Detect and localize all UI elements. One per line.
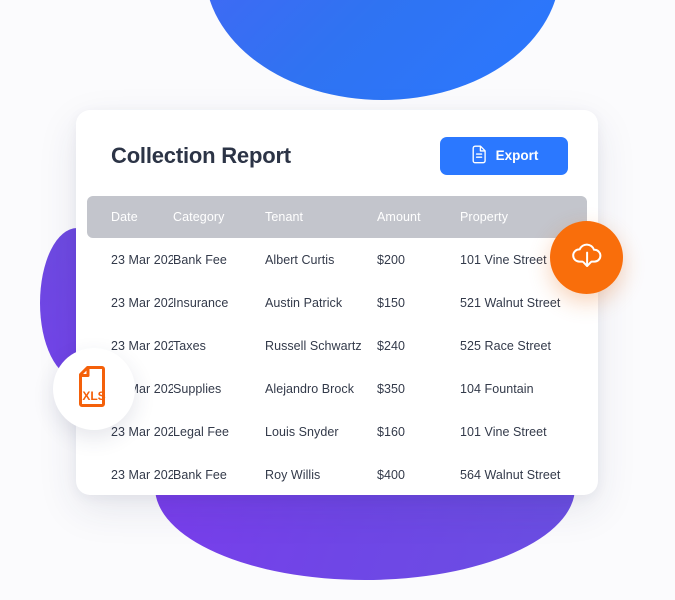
cell-amount: $240: [377, 339, 406, 353]
cell-category: Insurance: [173, 296, 229, 310]
cloud-download-icon: [571, 240, 603, 275]
table-row[interactable]: 23 Mar 2021 Supplies Alejandro Brock $35…: [87, 367, 587, 410]
cell-category: Bank Fee: [173, 253, 227, 267]
cell-property: 564 Walnut Street: [460, 468, 561, 482]
table-head: Date Category Tenant Amount Property: [87, 196, 587, 238]
column-header-category[interactable]: Category: [173, 196, 265, 238]
export-button[interactable]: Export: [440, 137, 568, 175]
cell-category: Bank Fee: [173, 468, 227, 482]
table-row[interactable]: 23 Mar 2021 Legal Fee Louis Snyder $160 …: [87, 410, 587, 453]
table-header-row: Date Category Tenant Amount Property: [87, 196, 587, 238]
cloud-download-badge[interactable]: [550, 221, 623, 294]
cell-amount: $400: [377, 468, 406, 482]
cell-date: 23 Mar 2021: [111, 253, 173, 267]
cell-amount: $150: [377, 296, 406, 310]
column-header-amount[interactable]: Amount: [377, 196, 460, 238]
cell-amount: $200: [377, 253, 406, 267]
cell-tenant: Roy Willis: [265, 468, 321, 482]
column-header-tenant[interactable]: Tenant: [265, 196, 377, 238]
cell-tenant: Russell Schwartz: [265, 339, 362, 353]
collection-table: Date Category Tenant Amount Property 23 …: [87, 196, 587, 495]
table-body: 23 Mar 2021 Bank Fee Albert Curtis $200 …: [87, 238, 587, 495]
collection-report-card: Collection Report Export Date Category T…: [76, 110, 598, 495]
cell-tenant: Albert Curtis: [265, 253, 335, 267]
export-button-label: Export: [495, 148, 539, 164]
table-container: Date Category Tenant Amount Property 23 …: [87, 196, 587, 495]
page-title: Collection Report: [111, 143, 291, 168]
cell-category: Supplies: [173, 382, 222, 396]
cell-property: 104 Fountain: [460, 382, 534, 396]
column-header-date[interactable]: Date: [87, 196, 173, 238]
cell-property: 101 Vine Street: [460, 425, 547, 439]
card-header: Collection Report Export: [76, 110, 598, 175]
xls-export-badge[interactable]: XLS: [53, 348, 135, 430]
cell-date: 23 Mar 2021: [111, 468, 173, 482]
cell-tenant: Alejandro Brock: [265, 382, 354, 396]
cell-property: 525 Race Street: [460, 339, 552, 353]
cell-tenant: Louis Snyder: [265, 425, 339, 439]
cell-category: Taxes: [173, 339, 206, 353]
table-row[interactable]: 23 Mar 2021 Bank Fee Albert Curtis $200 …: [87, 238, 587, 281]
table-row[interactable]: 23 Mar 2021 Bank Fee Roy Willis $400 564…: [87, 453, 587, 495]
xls-file-icon: XLS: [73, 364, 115, 415]
blue-circle-decoration: [205, 0, 560, 100]
table-row[interactable]: 23 Mar 2021 Taxes Russell Schwartz $240 …: [87, 324, 587, 367]
cell-date: 23 Mar 2021: [111, 296, 173, 310]
document-icon: [470, 145, 487, 167]
cell-amount: $350: [377, 382, 406, 396]
cell-tenant: Austin Patrick: [265, 296, 343, 310]
table-row[interactable]: 23 Mar 2021 Insurance Austin Patrick $15…: [87, 281, 587, 324]
svg-text:XLS: XLS: [82, 389, 105, 403]
cell-amount: $160: [377, 425, 406, 439]
cell-category: Legal Fee: [173, 425, 230, 439]
